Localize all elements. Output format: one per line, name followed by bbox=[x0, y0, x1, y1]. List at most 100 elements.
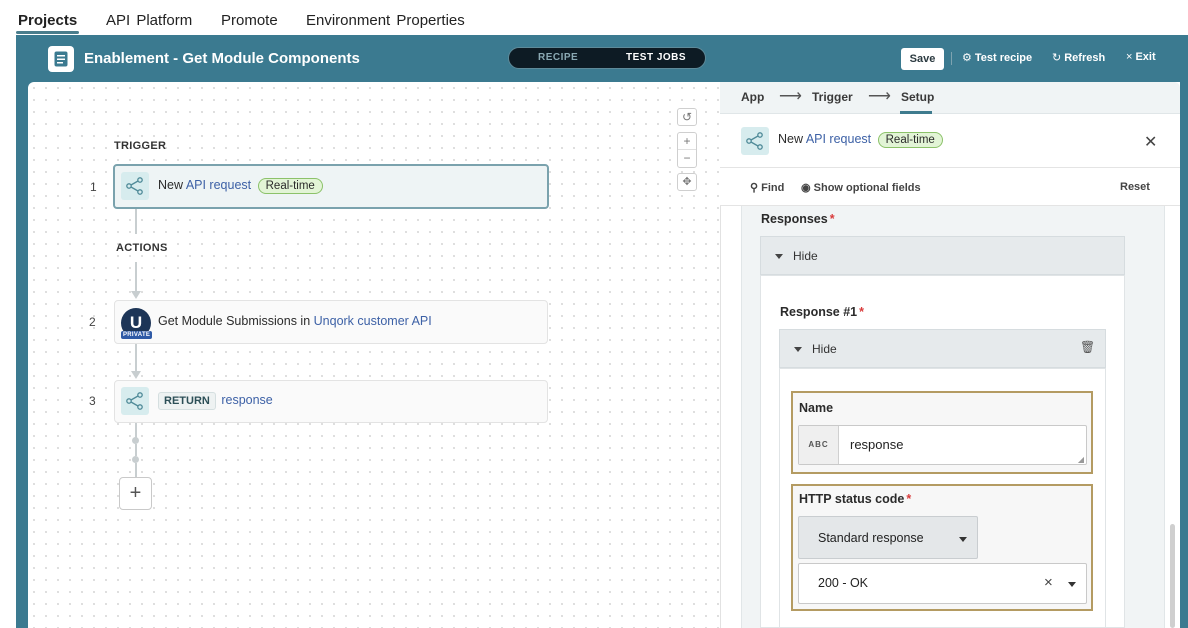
refresh-icon: ↻ bbox=[1052, 52, 1062, 64]
step-link[interactable]: Unqork customer API bbox=[314, 314, 432, 328]
breadcrumb-setup[interactable]: Setup bbox=[901, 90, 934, 104]
required-marker: * bbox=[859, 305, 864, 319]
find-button[interactable]: ⚲ Find bbox=[750, 181, 784, 194]
recipe-title: Enablement - Get Module Components bbox=[84, 50, 360, 67]
reset-view-icon[interactable]: ↺ bbox=[677, 108, 697, 126]
connector-line bbox=[135, 463, 137, 477]
arrow-right-icon: ⟶ bbox=[868, 88, 891, 105]
return-step-label: RETURN response bbox=[158, 392, 273, 410]
text-type-icon: ABC bbox=[799, 426, 839, 464]
top-nav: Projects API Platform Promote Environmen… bbox=[0, 0, 1188, 35]
connector-arrow bbox=[131, 371, 141, 379]
required-marker: * bbox=[906, 492, 912, 506]
header-divider bbox=[951, 52, 952, 65]
eye-icon: ◉ bbox=[801, 182, 814, 194]
realtime-badge: Real-time bbox=[257, 178, 323, 194]
save-button[interactable]: Save bbox=[901, 48, 944, 70]
nav-environment-properties[interactable]: Environment Properties bbox=[306, 12, 465, 29]
step-prefix: Get Module Submissions in bbox=[158, 314, 311, 328]
status-code-text: HTTP status code bbox=[799, 492, 905, 506]
status-mode-select[interactable]: Standard response bbox=[798, 516, 978, 559]
resize-handle-icon[interactable]: ◢ bbox=[1078, 455, 1084, 464]
connector-line bbox=[135, 209, 137, 234]
return-tag: RETURN bbox=[158, 392, 216, 410]
private-badge: PRIVATE bbox=[121, 331, 153, 339]
nav-promote[interactable]: Promote bbox=[221, 12, 278, 29]
connector-arrow bbox=[131, 291, 141, 299]
optional-fields-label: Show optional fields bbox=[813, 182, 921, 194]
toggle-recipe[interactable]: RECIPE bbox=[538, 52, 578, 63]
step-number: 3 bbox=[89, 394, 96, 408]
gear-icon: ⚙ bbox=[962, 52, 972, 64]
connector-line bbox=[135, 344, 137, 372]
refresh-button[interactable]: ↻ Refresh bbox=[1052, 51, 1105, 64]
connector-line bbox=[135, 444, 137, 456]
step-link[interactable]: response bbox=[221, 393, 272, 407]
close-panel-icon[interactable]: ✕ bbox=[1144, 132, 1157, 152]
action-step-label: Get Module Submissions in Unqork custome… bbox=[158, 314, 432, 328]
response-1-hide-toggle[interactable]: Hide 🗑 bbox=[779, 329, 1106, 368]
responses-label: Responses * bbox=[761, 212, 835, 226]
panel-trigger-label: New API request Real-time bbox=[778, 132, 943, 148]
status-mode-value: Standard response bbox=[818, 531, 924, 545]
fit-view-icon[interactable]: ✥ bbox=[677, 173, 697, 191]
step-link[interactable]: API request bbox=[186, 178, 251, 192]
required-marker: * bbox=[829, 212, 835, 226]
mode-toggle[interactable]: RECIPE TEST JOBS bbox=[508, 47, 706, 69]
responses-text: Responses bbox=[761, 212, 828, 226]
exit-label: Exit bbox=[1135, 51, 1156, 63]
realtime-badge: Real-time bbox=[877, 132, 943, 148]
trigger-prefix: New bbox=[778, 132, 804, 146]
status-code-select[interactable]: 200 - OK × bbox=[798, 563, 1087, 604]
nav-active-indicator bbox=[16, 31, 79, 34]
close-icon: × bbox=[1126, 51, 1133, 63]
trigger-section-label: TRIGGER bbox=[114, 140, 167, 152]
chevron-down-icon bbox=[959, 537, 967, 542]
panel-toolbar bbox=[720, 168, 1180, 206]
add-step-button[interactable]: + bbox=[119, 477, 152, 510]
toggle-test-jobs[interactable]: TEST JOBS bbox=[626, 52, 686, 63]
step-number: 1 bbox=[90, 180, 97, 194]
chevron-down-icon[interactable] bbox=[1068, 582, 1076, 587]
trigger-link[interactable]: API request bbox=[806, 132, 871, 146]
reset-button[interactable]: Reset bbox=[1120, 181, 1150, 193]
connector-dot bbox=[132, 437, 139, 444]
nav-api-platform[interactable]: API Platform bbox=[106, 12, 192, 29]
response-1-text: Response #1 bbox=[780, 305, 858, 319]
zoom-controls: + − bbox=[677, 132, 697, 168]
connector-dot bbox=[132, 456, 139, 463]
responses-hide-toggle[interactable]: Hide bbox=[760, 236, 1125, 275]
test-recipe-button[interactable]: ⚙ Test recipe bbox=[962, 51, 1032, 64]
refresh-label: Refresh bbox=[1064, 52, 1106, 64]
actions-section-label: ACTIONS bbox=[116, 242, 168, 254]
hide-label: Hide bbox=[793, 249, 818, 263]
name-label: Name bbox=[799, 401, 834, 415]
name-input[interactable]: ABC response ◢ bbox=[798, 425, 1087, 465]
test-recipe-label: Test recipe bbox=[974, 52, 1033, 64]
caret-down-icon bbox=[794, 347, 802, 352]
exit-button[interactable]: × Exit bbox=[1126, 51, 1156, 63]
scrollbar-thumb[interactable] bbox=[1170, 524, 1175, 628]
show-optional-fields-button[interactable]: ◉ Show optional fields bbox=[801, 181, 921, 194]
name-value: response bbox=[850, 437, 904, 452]
api-request-icon bbox=[741, 127, 769, 155]
trigger-step-label: New API request Real-time bbox=[158, 178, 323, 194]
recipe-icon bbox=[48, 46, 74, 72]
step-prefix: New bbox=[158, 178, 184, 192]
hide-label: Hide bbox=[812, 342, 837, 356]
status-code-label: HTTP status code * bbox=[799, 492, 911, 506]
find-label: Find bbox=[761, 182, 785, 194]
connector-line bbox=[135, 262, 137, 292]
trash-icon[interactable]: 🗑 bbox=[1080, 340, 1095, 354]
api-request-icon bbox=[121, 172, 149, 200]
status-code-value: 200 - OK bbox=[818, 576, 869, 590]
nav-projects[interactable]: Projects bbox=[18, 12, 77, 29]
arrow-right-icon: ⟶ bbox=[779, 88, 802, 105]
return-icon bbox=[121, 387, 149, 415]
clear-icon[interactable]: × bbox=[1044, 574, 1053, 591]
breadcrumb-app[interactable]: App bbox=[741, 90, 764, 104]
breadcrumb-trigger[interactable]: Trigger bbox=[812, 90, 853, 104]
search-icon: ⚲ bbox=[750, 182, 762, 194]
zoom-in-button[interactable]: + bbox=[678, 133, 696, 150]
zoom-out-button[interactable]: − bbox=[678, 150, 696, 167]
